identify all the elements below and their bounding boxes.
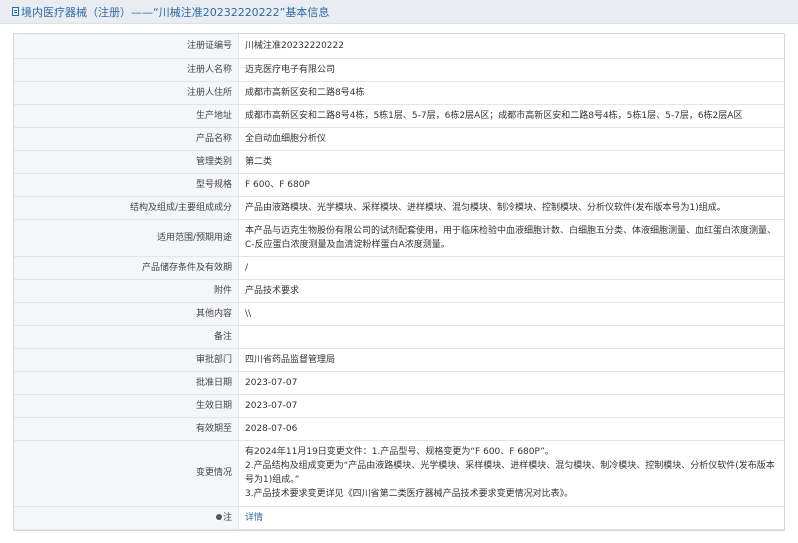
label-remark: 备注 — [14, 324, 239, 349]
label-storage: 产品储存条件及有效期 — [14, 255, 239, 280]
row-reg-address: 注册人住所 成都市高新区安和二路8号4栋 — [14, 80, 784, 105]
row-other: 其他内容 \\ — [14, 301, 784, 326]
row-expiry-date: 有效期至 2028-07-06 — [14, 416, 784, 441]
row-note: 注 详情 — [14, 505, 784, 530]
changes-line-1: 有2024年11月19日变更文件：1.产品型号、规格变更为“F 600、F 68… — [245, 447, 554, 457]
value-attachment: 产品技术要求 — [238, 278, 784, 303]
label-reg-address: 注册人住所 — [14, 80, 239, 105]
value-changes: 有2024年11月19日变更文件：1.产品型号、规格变更为“F 600、F 68… — [238, 439, 784, 507]
row-changes: 变更情况 有2024年11月19日变更文件：1.产品型号、规格变更为“F 600… — [14, 439, 784, 507]
value-approval-date: 2023-07-07 — [238, 370, 784, 395]
row-product-name: 产品名称 全自动血细胞分析仪 — [14, 126, 784, 151]
row-approval-dept: 审批部门 四川省药品监督管理局 — [14, 347, 784, 372]
label-other: 其他内容 — [14, 301, 239, 326]
changes-line-2: 2.产品结构及组成变更为“产品由液路模块、光学模块、采样模块、进样模块、混匀模块… — [245, 461, 775, 485]
page-title: 境内医疗器械（注册）——“川械注准20232220222”基本信息 — [21, 5, 330, 19]
label-registrant: 注册人名称 — [14, 57, 239, 82]
changes-line-3: 3.产品技术要求变更详见《四川省第二类医疗器械产品技术要求变更情况对比表》。 — [245, 489, 574, 499]
label-note-cell: 注 — [14, 505, 239, 530]
value-note-cell: 详情 — [238, 505, 784, 530]
row-attachment: 附件 产品技术要求 — [14, 278, 784, 303]
pin-icon — [215, 513, 222, 520]
info-table: 注册证编号 川械注准20232220222 注册人名称 迈克医疗电子有限公司 注… — [14, 34, 784, 530]
row-usage: 适用范围/预期用途 本产品与迈克生物股份有限公司的试剂配套使用，用于临床检验中血… — [14, 218, 784, 257]
label-effective-date: 生效日期 — [14, 393, 239, 418]
value-category: 第二类 — [238, 149, 784, 174]
row-category: 管理类别 第二类 — [14, 149, 784, 174]
row-registrant: 注册人名称 迈克医疗电子有限公司 — [14, 57, 784, 82]
row-storage: 产品储存条件及有效期 / — [14, 255, 784, 280]
label-note: 注 — [222, 512, 232, 523]
document-icon — [12, 7, 19, 16]
label-prod-address: 生产地址 — [14, 103, 239, 128]
row-approval-date: 批准日期 2023-07-07 — [14, 370, 784, 395]
value-usage: 本产品与迈克生物股份有限公司的试剂配套使用，用于临床检验中血液细胞计数、白细胞五… — [238, 218, 784, 257]
value-reg-no: 川械注准20232220222 — [238, 34, 784, 59]
value-other: \\ — [238, 301, 784, 326]
row-structure: 结构及组成/主要组成成分 产品由液路模块、光学模块、采样模块、进样模块、混匀模块… — [14, 195, 784, 220]
row-remark: 备注 — [14, 324, 784, 349]
label-attachment: 附件 — [14, 278, 239, 303]
label-product-name: 产品名称 — [14, 126, 239, 151]
value-prod-address: 成都市高新区安和二路8号4栋，5栋1层、5-7层，6栋2层A区；成都市高新区安和… — [238, 103, 784, 128]
label-reg-no: 注册证编号 — [14, 34, 239, 59]
row-reg-no: 注册证编号 川械注准20232220222 — [14, 34, 784, 59]
details-link[interactable]: 详情 — [245, 513, 263, 523]
label-approval-dept: 审批部门 — [14, 347, 239, 372]
value-reg-address: 成都市高新区安和二路8号4栋 — [238, 80, 784, 105]
label-usage: 适用范围/预期用途 — [14, 218, 239, 257]
row-effective-date: 生效日期 2023-07-07 — [14, 393, 784, 418]
label-category: 管理类别 — [14, 149, 239, 174]
label-model: 型号规格 — [14, 172, 239, 197]
label-structure: 结构及组成/主要组成成分 — [14, 195, 239, 220]
value-remark — [238, 324, 784, 349]
value-structure: 产品由液路模块、光学模块、采样模块、进样模块、混匀模块、制冷模块、控制模块、分析… — [238, 195, 784, 220]
info-panel: 注册证编号 川械注准20232220222 注册人名称 迈克医疗电子有限公司 注… — [13, 33, 785, 531]
value-model: F 600、F 680P — [238, 172, 784, 197]
row-prod-address: 生产地址 成都市高新区安和二路8号4栋，5栋1层、5-7层，6栋2层A区；成都市… — [14, 103, 784, 128]
label-expiry-date: 有效期至 — [14, 416, 239, 441]
value-product-name: 全自动血细胞分析仪 — [238, 126, 784, 151]
row-model: 型号规格 F 600、F 680P — [14, 172, 784, 197]
value-storage: / — [238, 255, 784, 280]
value-effective-date: 2023-07-07 — [238, 393, 784, 418]
label-changes: 变更情况 — [14, 439, 239, 507]
label-approval-date: 批准日期 — [14, 370, 239, 395]
value-expiry-date: 2028-07-06 — [238, 416, 784, 441]
value-registrant: 迈克医疗电子有限公司 — [238, 57, 784, 82]
page-header: 境内医疗器械（注册）——“川械注准20232220222”基本信息 — [0, 0, 798, 24]
value-approval-dept: 四川省药品监督管理局 — [238, 347, 784, 372]
